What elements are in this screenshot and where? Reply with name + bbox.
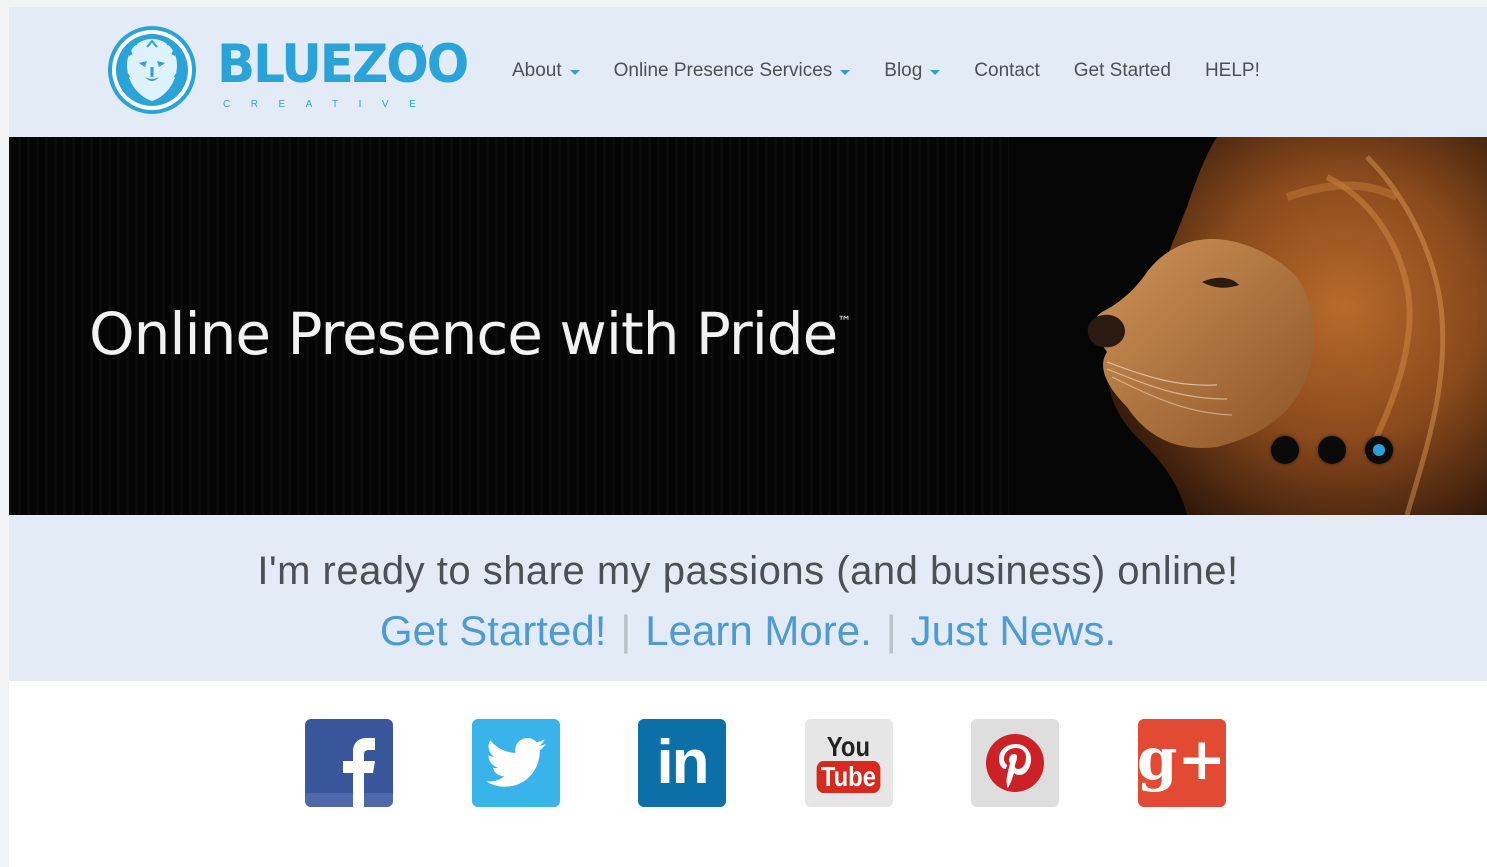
cta-separator: | xyxy=(620,607,632,654)
cta-links: Get Started! | Learn More. | Just News. xyxy=(9,607,1487,655)
lion-logo-icon xyxy=(108,26,196,114)
nav-get-started-label: Get Started xyxy=(1073,60,1171,81)
pinterest-glyph xyxy=(986,734,1044,792)
page-frame: BLUEZOO ™ CREATIVE About Online Presence… xyxy=(9,7,1487,867)
google-plus-text: g+ xyxy=(1137,725,1226,793)
nav-about-label: About xyxy=(512,60,562,81)
hero-trademark: ™ xyxy=(837,314,851,330)
logo-tagline: CREATIVE xyxy=(223,99,437,110)
slide-dot-2[interactable] xyxy=(1318,436,1346,464)
youtube-bottom-text: Tube xyxy=(816,760,881,794)
slider-pagination xyxy=(1271,436,1412,464)
hero-title-text: Online Presence with Pride xyxy=(89,300,838,368)
facebook-icon[interactable] xyxy=(305,719,393,807)
social-links: in You Tube g+ xyxy=(305,719,1226,807)
site-logo[interactable]: BLUEZOO ™ CREATIVE xyxy=(107,25,469,121)
slide-dot-1[interactable] xyxy=(1271,436,1299,464)
caret-down-icon xyxy=(569,69,580,75)
caret-down-icon xyxy=(930,69,941,75)
site-header: BLUEZOO ™ CREATIVE About Online Presence… xyxy=(9,7,1487,137)
main-nav: About Online Presence Services Blog Cont… xyxy=(512,57,1294,85)
nav-blog[interactable]: Blog xyxy=(884,60,941,82)
linkedin-icon[interactable]: in xyxy=(638,719,726,807)
cta-separator: | xyxy=(885,607,897,654)
nav-blog-label: Blog xyxy=(884,60,923,81)
pinterest-icon[interactable] xyxy=(971,719,1059,807)
cta-get-started-link[interactable]: Get Started! xyxy=(380,607,606,654)
caret-down-icon xyxy=(840,69,851,75)
twitter-icon[interactable] xyxy=(471,719,560,807)
nav-online-presence-services[interactable]: Online Presence Services xyxy=(614,60,851,82)
google-plus-icon[interactable]: g+ xyxy=(1137,719,1226,807)
twitter-bird-glyph xyxy=(485,738,546,787)
logo-wordmark: BLUEZOO xyxy=(217,33,469,95)
nav-contact[interactable]: Contact xyxy=(974,60,1039,82)
hero-title: Online Presence with Pride™ xyxy=(89,305,851,363)
nav-help-label: HELP! xyxy=(1204,60,1260,81)
slide-dot-3[interactable] xyxy=(1365,436,1393,464)
cta-just-news-link[interactable]: Just News. xyxy=(911,607,1116,654)
logo-trademark: ™ xyxy=(415,43,424,53)
nav-services-label: Online Presence Services xyxy=(613,60,833,81)
youtube-top-text: You xyxy=(826,730,871,762)
nav-help[interactable]: HELP! xyxy=(1205,60,1260,82)
nav-get-started[interactable]: Get Started xyxy=(1074,60,1171,82)
youtube-icon[interactable]: You Tube xyxy=(804,719,893,807)
nav-about[interactable]: About xyxy=(512,60,580,82)
cta-band: I'm ready to share my passions (and busi… xyxy=(9,515,1487,681)
linkedin-text: in xyxy=(656,728,709,797)
nav-contact-label: Contact xyxy=(974,60,1040,81)
cta-headline: I'm ready to share my passions (and busi… xyxy=(257,549,1239,593)
facebook-glyph xyxy=(305,738,393,807)
hero-slider: Online Presence with Pride™ xyxy=(9,137,1487,515)
cta-learn-more-link[interactable]: Learn More. xyxy=(645,607,871,654)
